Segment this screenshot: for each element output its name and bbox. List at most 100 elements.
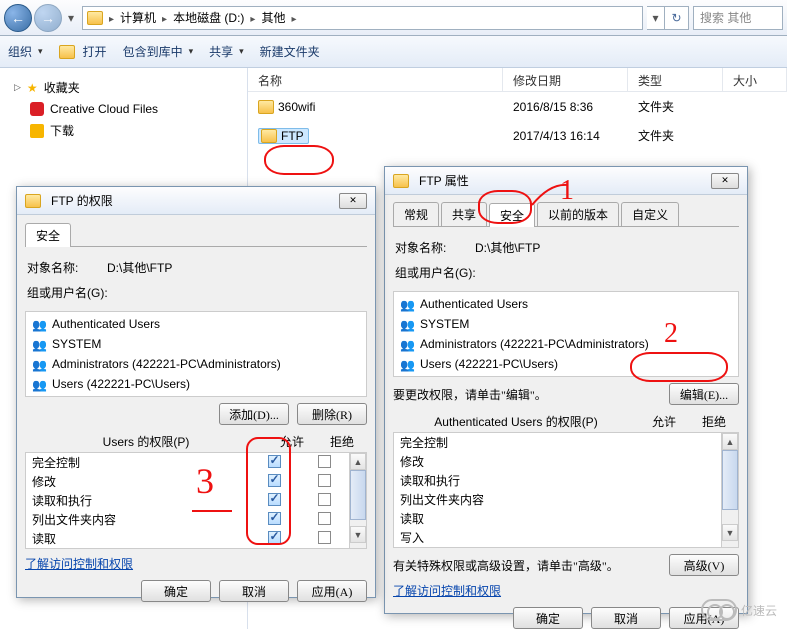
star-icon: ★: [27, 81, 38, 95]
col-size[interactable]: 大小: [723, 68, 787, 91]
scrollbar[interactable]: ▲▼: [721, 433, 738, 547]
folder-icon: [258, 100, 274, 114]
deny-checkbox[interactable]: [318, 512, 331, 525]
addr-dropdown[interactable]: ▾: [647, 6, 665, 30]
sidebar-downloads[interactable]: 下载: [0, 119, 247, 142]
folder-icon: [25, 194, 41, 208]
users-icon: 👥: [32, 376, 48, 392]
deny-checkbox[interactable]: [318, 474, 331, 487]
users-icon: 👥: [400, 356, 416, 372]
file-type: 文件夹: [628, 96, 723, 117]
group-admins[interactable]: 👥Administrators (422221-PC\Administrator…: [28, 354, 364, 374]
dialog-titlebar[interactable]: FTP 属性 ✕: [385, 167, 747, 195]
deny-checkbox[interactable]: [318, 455, 331, 468]
tb-share[interactable]: 共享: [209, 43, 244, 60]
tab-custom[interactable]: 自定义: [621, 202, 679, 226]
dialog-title: FTP 的权限: [51, 192, 113, 209]
col-name[interactable]: 名称: [248, 68, 503, 91]
adv-hint: 有关特殊权限或高级设置，请单击"高级"。: [393, 557, 669, 574]
group-users[interactable]: 👥Users (422221-PC\Users): [28, 374, 364, 394]
perm-row: 写入: [394, 528, 721, 547]
tab-general[interactable]: 常规: [393, 202, 439, 226]
sidebar-ccfiles[interactable]: Creative Cloud Files: [0, 99, 247, 119]
tab-share[interactable]: 共享: [441, 202, 487, 226]
object-label: 对象名称:: [395, 239, 475, 256]
scrollbar[interactable]: ▲▼: [349, 453, 366, 548]
crumb-computer[interactable]: 计算机: [116, 7, 160, 29]
allow-checkbox[interactable]: [268, 531, 281, 544]
ok-button[interactable]: 确定: [513, 607, 583, 629]
learn-link[interactable]: 了解访问控制和权限: [393, 584, 501, 598]
dialog-title: FTP 属性: [419, 172, 469, 189]
remove-button[interactable]: 删除(R): [297, 403, 367, 425]
crumb-d[interactable]: 本地磁盘 (D:): [169, 7, 248, 29]
deny-checkbox[interactable]: [318, 531, 331, 544]
allow-checkbox[interactable]: [268, 512, 281, 525]
group-auth-users[interactable]: 👥Authenticated Users: [396, 294, 736, 314]
back-button[interactable]: ←: [4, 4, 32, 32]
groups-label: 组或用户名(G):: [27, 284, 108, 301]
download-icon: [30, 124, 44, 138]
file-row-ftp[interactable]: FTP 2017/4/13 16:14 文件夹: [248, 121, 787, 150]
col-deny: 拒绝: [317, 431, 367, 452]
cc-icon: [30, 102, 44, 116]
col-allow: 允许: [639, 411, 689, 432]
file-date: 2017/4/13 16:14: [503, 127, 628, 145]
col-allow: 允许: [267, 431, 317, 452]
allow-checkbox[interactable]: [268, 493, 281, 506]
tb-organize[interactable]: 组织: [8, 43, 43, 60]
group-admins[interactable]: 👥Administrators (422221-PC\Administrator…: [396, 334, 736, 354]
groups-list[interactable]: 👥Authenticated Users 👥SYSTEM 👥Administra…: [25, 311, 367, 397]
tab-security[interactable]: 安全: [25, 223, 71, 247]
perm-for-label: Authenticated Users 的权限(P): [393, 411, 639, 432]
file-row-360wifi[interactable]: 360wifi 2016/8/15 8:36 文件夹: [248, 92, 787, 121]
apply-button[interactable]: 应用(A): [297, 580, 367, 602]
group-system[interactable]: 👥SYSTEM: [396, 314, 736, 334]
ok-button[interactable]: 确定: [141, 580, 211, 602]
perm-row: 读取: [394, 509, 721, 528]
dialog-titlebar[interactable]: FTP 的权限 ✕: [17, 187, 375, 215]
tab-security[interactable]: 安全: [489, 203, 535, 227]
tb-newfolder[interactable]: 新建文件夹: [260, 43, 320, 60]
col-date[interactable]: 修改日期: [503, 68, 628, 91]
search-input[interactable]: 搜索 其他: [693, 6, 783, 30]
refresh-button[interactable]: ↻: [665, 6, 689, 30]
address-bar[interactable]: 计算机 本地磁盘 (D:) 其他: [82, 6, 643, 30]
deny-checkbox[interactable]: [318, 493, 331, 506]
users-icon: 👥: [400, 296, 416, 312]
close-button[interactable]: ✕: [339, 193, 367, 209]
toolbar: 组织 打开 包含到库中 共享 新建文件夹: [0, 36, 787, 68]
group-users[interactable]: 👥Users (422221-PC\Users): [396, 354, 736, 374]
tb-open[interactable]: 打开: [59, 43, 107, 60]
learn-link[interactable]: 了解访问控制和权限: [25, 557, 133, 571]
groups-list[interactable]: 👥Authenticated Users 👥SYSTEM 👥Administra…: [393, 291, 739, 377]
col-type[interactable]: 类型: [628, 68, 723, 91]
watermark-icon: [701, 599, 737, 621]
tb-include[interactable]: 包含到库中: [123, 43, 194, 60]
sidebar-ccfiles-label: Creative Cloud Files: [50, 102, 158, 116]
search-placeholder: 搜索 其他: [700, 9, 751, 26]
tab-prev[interactable]: 以前的版本: [537, 202, 619, 226]
properties-dialog: FTP 属性 ✕ 常规 共享 安全 以前的版本 自定义 对象名称:D:\其他\F…: [384, 166, 748, 614]
cancel-button[interactable]: 取消: [591, 607, 661, 629]
tabs: 安全: [25, 223, 367, 247]
history-dropdown[interactable]: ▾: [64, 8, 78, 28]
object-label: 对象名称:: [27, 259, 107, 276]
close-button[interactable]: ✕: [711, 173, 739, 189]
nav-bar: ← → ▾ 计算机 本地磁盘 (D:) 其他 ▾ ↻ 搜索 其他: [0, 0, 787, 36]
sidebar-favorites[interactable]: ▷★收藏夹: [0, 76, 247, 99]
cancel-button[interactable]: 取消: [219, 580, 289, 602]
watermark: 亿速云: [701, 599, 777, 621]
group-system[interactable]: 👥SYSTEM: [28, 334, 364, 354]
forward-button[interactable]: →: [34, 4, 62, 32]
allow-checkbox[interactable]: [268, 474, 281, 487]
sidebar-favorites-label: 收藏夹: [44, 79, 80, 96]
crumb-other[interactable]: 其他: [257, 7, 289, 29]
add-button[interactable]: 添加(D)...: [219, 403, 289, 425]
advanced-button[interactable]: 高级(V): [669, 554, 739, 576]
perm-row: 列出文件夹内容: [26, 510, 349, 529]
users-icon: 👥: [32, 356, 48, 372]
group-auth-users[interactable]: 👥Authenticated Users: [28, 314, 364, 334]
allow-checkbox[interactable]: [268, 455, 281, 468]
edit-button[interactable]: 编辑(E)...: [669, 383, 739, 405]
